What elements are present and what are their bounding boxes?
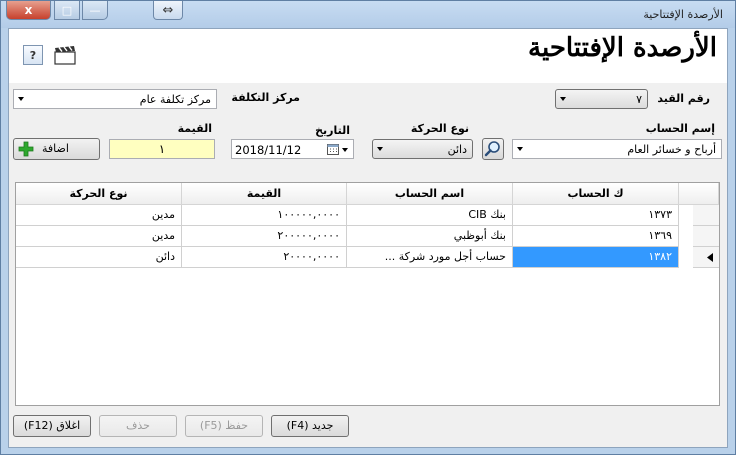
entry-no-value: ٧	[636, 93, 642, 106]
date-label: التاريخ	[315, 124, 350, 137]
form-client-area: ? الأرصدة الإفتتاحية رقم القيد ٧ مركز ال…	[8, 28, 728, 448]
maximize-window-button[interactable]: □	[54, 1, 80, 20]
table-cell-name[interactable]: حساب أجل مورد شركة ...	[347, 247, 513, 268]
chevron-down-icon	[517, 147, 523, 151]
close-button[interactable]: اغلاق (F12)	[13, 415, 91, 437]
swap-direction-button[interactable]: ⇔	[153, 1, 183, 20]
cost-center-label: مركز التكلفة	[231, 91, 300, 104]
chevron-down-icon	[377, 147, 383, 151]
amount-input[interactable]: ١	[109, 139, 215, 159]
table-cell-type[interactable]: دائن	[16, 247, 182, 268]
table-cell-amount[interactable]: ٢٠٠٠٠,٠٠٠٠	[182, 247, 347, 268]
column-header-account-code[interactable]: ك الحساب	[513, 183, 679, 205]
amount-label: القيمة	[177, 122, 212, 135]
amount-value: ١	[158, 142, 166, 156]
table-cell-code[interactable]: ١٣٧٣	[513, 205, 679, 226]
table-cell-name[interactable]: بنك CIB	[347, 205, 513, 226]
date-value: 2018/11/12	[235, 143, 302, 157]
column-header-row-selector	[679, 183, 719, 205]
minimize-window-button[interactable]: —	[82, 1, 108, 20]
movement-type-label: نوع الحركة	[410, 122, 469, 135]
table-cell-type[interactable]: مدين	[16, 226, 182, 247]
column-header-movement-type[interactable]: نوع الحركة	[16, 183, 182, 205]
movement-type-value: دائن	[447, 143, 467, 156]
save-button[interactable]: حفظ (F5)	[185, 415, 263, 437]
table-cell-name[interactable]: بنك أبوظبي	[347, 226, 513, 247]
search-icon	[484, 141, 500, 157]
column-header-amount[interactable]: القيمة	[182, 183, 347, 205]
column-header-account-name[interactable]: اسم الحساب	[347, 183, 513, 205]
row-header[interactable]	[693, 226, 719, 247]
cost-center-select[interactable]: مركز تكلفة عام	[13, 89, 217, 109]
table-cell-type[interactable]: مدين	[16, 205, 182, 226]
accounts-table: ك الحساب اسم الحساب القيمة نوع الحركة ١٣…	[15, 182, 720, 406]
entry-no-label: رقم القيد	[657, 92, 710, 105]
clapperboard-icon[interactable]	[54, 45, 76, 65]
new-button[interactable]: جديد (F4)	[271, 415, 349, 437]
table-cell-code[interactable]: ١٣٨٢	[513, 247, 679, 268]
cost-center-value: مركز تكلفة عام	[139, 93, 211, 106]
close-window-button[interactable]: x	[6, 1, 51, 20]
account-value: أرباح و خسائر العام	[627, 143, 716, 156]
chevron-down-icon[interactable]	[342, 148, 348, 152]
row-header[interactable]	[693, 205, 719, 226]
chevron-down-icon	[560, 97, 566, 101]
table-cell-amount[interactable]: ٢٠٠٠٠٠,٠٠٠٠	[182, 226, 347, 247]
account-label: إسم الحساب	[645, 122, 715, 135]
account-search-button[interactable]	[482, 138, 504, 160]
account-select[interactable]: أرباح و خسائر العام	[512, 139, 722, 159]
row-header-current[interactable]	[693, 247, 719, 268]
app-window: x □ — ⇔ الأرصدة الإفتتاحية ? الأرصدة الإ…	[0, 0, 736, 455]
window-title: الأرصدة الإفتتاحية	[643, 8, 723, 21]
delete-button[interactable]: حذف	[99, 415, 177, 437]
add-button[interactable]: اضافة	[13, 138, 100, 160]
help-icon[interactable]: ?	[23, 45, 43, 65]
header-panel: ? الأرصدة الإفتتاحية	[9, 29, 727, 83]
date-picker[interactable]: 2018/11/12	[231, 139, 354, 159]
table-cell-code[interactable]: ١٣٦٩	[513, 226, 679, 247]
entry-no-select[interactable]: ٧	[555, 89, 648, 109]
chevron-down-icon	[18, 97, 24, 101]
add-button-label: اضافة	[42, 142, 69, 155]
page-title: الأرصدة الإفتتاحية	[528, 33, 717, 63]
table-cell-amount[interactable]: ١٠٠٠٠٠,٠٠٠٠	[182, 205, 347, 226]
calendar-icon[interactable]	[327, 144, 339, 155]
plus-icon	[18, 141, 34, 157]
current-row-arrow-icon	[707, 253, 713, 262]
movement-type-select[interactable]: دائن	[372, 139, 473, 159]
title-bar: x □ — ⇔ الأرصدة الإفتتاحية	[1, 1, 735, 28]
